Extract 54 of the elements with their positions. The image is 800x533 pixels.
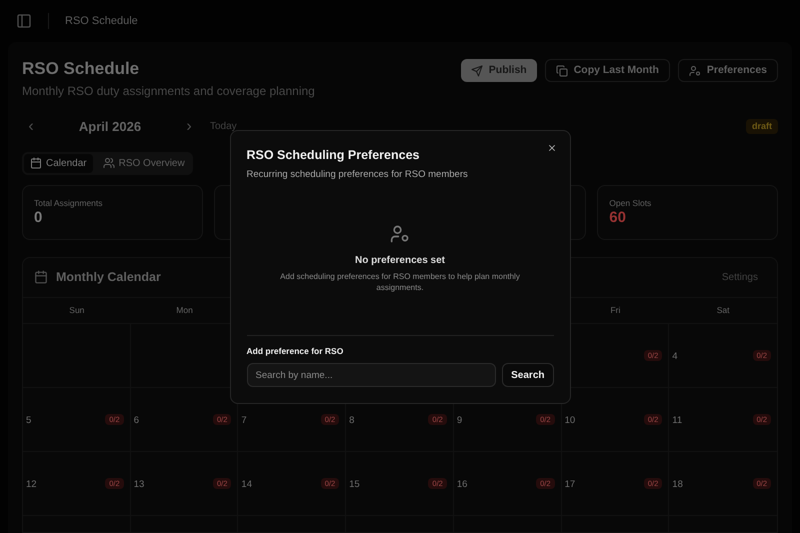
day-number: 12 xyxy=(26,478,37,492)
day-number: 18 xyxy=(672,478,683,492)
stat-label: Open Slots xyxy=(609,196,652,210)
stat-value: 0 xyxy=(34,209,44,228)
empty-state-text: Add scheduling preferences for RSO members to help plan monthly assignments. xyxy=(279,271,521,293)
day-number: 7 xyxy=(241,414,247,428)
stat-value: 60 xyxy=(609,209,627,228)
view-tab[interactable]: Calendar xyxy=(24,154,93,172)
sidebar-toggle-icon xyxy=(16,13,32,29)
day-number: 17 xyxy=(564,478,576,492)
toolbar-button[interactable]: Copy Last Month xyxy=(544,59,670,82)
toolbar-button[interactable]: Preferences xyxy=(678,59,778,82)
day-number: 5 xyxy=(26,414,32,428)
close-icon[interactable] xyxy=(546,143,556,153)
day-number: 16 xyxy=(456,478,468,492)
calendar-icon xyxy=(34,270,48,284)
page-subtitle: Monthly RSO duty assignments and coverage planning xyxy=(22,82,315,100)
field-label: Add preference for RSO xyxy=(246,345,344,358)
settings-button[interactable]: Settings xyxy=(722,270,758,284)
next-month-button[interactable]: › xyxy=(180,118,198,134)
weekday-header: Fri xyxy=(610,304,620,316)
copy-icon xyxy=(556,64,568,76)
user-gear-icon xyxy=(390,224,410,244)
weekday-header: Mon xyxy=(176,304,193,316)
day-number: 15 xyxy=(349,478,360,492)
month-label: April 2026 xyxy=(78,118,142,136)
previous-month-button[interactable]: ‹ xyxy=(22,118,40,134)
day-number: 9 xyxy=(456,414,462,428)
view-tab[interactable]: RSO Overview xyxy=(96,154,191,172)
weekday-header: Sun xyxy=(69,304,84,316)
today-button[interactable]: Today xyxy=(210,119,237,134)
status-badge: draft xyxy=(746,118,778,134)
stat-label: Total Assignments xyxy=(34,196,104,210)
day-number: 8 xyxy=(349,414,354,428)
day-number: 4 xyxy=(672,350,678,364)
day-number: 10 xyxy=(564,414,576,428)
publish-button[interactable]: Publish xyxy=(460,59,537,82)
user-gear-icon xyxy=(688,64,701,76)
dialog-description: Recurring scheduling preferences for RSO members xyxy=(246,168,469,182)
users-icon xyxy=(102,157,115,169)
search-field[interactable]: Search by name... xyxy=(246,363,496,387)
search-button[interactable]: Search xyxy=(502,363,554,387)
day-number: 11 xyxy=(672,414,682,428)
breadcrumb[interactable]: RSO Schedule xyxy=(65,12,138,30)
day-number: 6 xyxy=(134,414,139,428)
day-number: 13 xyxy=(134,478,144,492)
send-icon xyxy=(470,64,483,76)
calendar-icon xyxy=(30,157,42,169)
calendar-title: Monthly Calendar xyxy=(56,268,161,286)
weekday-header: Sat xyxy=(716,304,730,316)
day-number: 14 xyxy=(241,478,252,492)
dialog-title: RSO Scheduling Preferences xyxy=(246,147,420,164)
empty-state-title: No preferences set xyxy=(354,254,446,268)
page-title: RSO Schedule xyxy=(22,58,140,80)
